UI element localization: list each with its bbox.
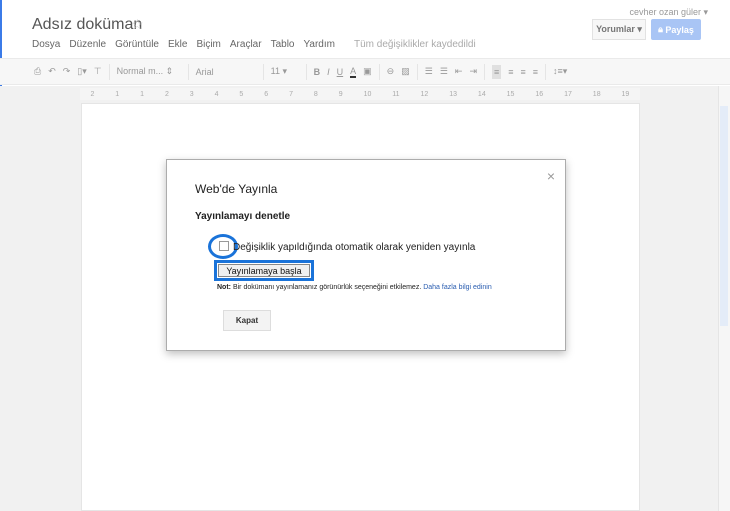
ruler-tick: 1 <box>140 90 145 98</box>
ruler-tick: 11 <box>392 90 400 98</box>
text-color-icon[interactable]: A <box>350 66 357 78</box>
divider <box>262 63 264 80</box>
font-select[interactable]: Arial <box>196 67 256 77</box>
undo-icon[interactable]: ↶ <box>48 66 56 77</box>
note-body: Bir dokümanı yayınlamanız görünürlük seç… <box>231 284 424 291</box>
ruler-tick: 10 <box>363 90 372 98</box>
divider <box>305 63 307 80</box>
align-center-icon[interactable]: ≡ <box>508 67 513 77</box>
divider <box>187 63 189 80</box>
ruler-tick: 1 <box>115 90 120 98</box>
publish-dialog: × Web'de Yayınla Yayınlamayı denetle Değ… <box>166 159 566 351</box>
ruler-tick: 12 <box>420 90 429 98</box>
divider <box>545 63 547 80</box>
align-right-icon[interactable]: ≡ <box>521 67 526 77</box>
ruler-tick: 8 <box>313 90 318 98</box>
underline-icon[interactable]: U <box>337 67 344 77</box>
ruler-tick: 3 <box>189 90 194 98</box>
menu-dosya[interactable]: Dosya <box>32 39 60 50</box>
menu-bar: Dosya Düzenle Görüntüle Ekle Biçim Araçl… <box>32 39 476 50</box>
link-icon[interactable]: ⊖ <box>387 66 395 77</box>
close-icon[interactable]: × <box>547 168 555 184</box>
divider <box>416 63 418 80</box>
ruler-tick: 2 <box>90 90 95 98</box>
ruler-tick: 17 <box>564 90 572 98</box>
ruler-tick: 5 <box>239 90 244 98</box>
print-icon[interactable]: ⎙ <box>34 66 41 77</box>
ruler[interactable]: 2 1 1 2 3 4 5 6 7 8 9 10 11 12 13 14 15 16 17 18 19 <box>80 88 640 100</box>
paste-icon[interactable]: ▯▾ <box>77 66 86 77</box>
size-select[interactable]: 11 ▾ <box>271 66 299 77</box>
justify-icon[interactable]: ≡ <box>533 67 538 77</box>
ruler-tick: 6 <box>264 90 269 98</box>
dialog-title: Web'de Yayınla <box>195 182 278 196</box>
style-select[interactable]: Normal m... ⇕ <box>117 66 181 77</box>
ruler-tick: 7 <box>289 90 293 98</box>
auto-republish-label[interactable]: Değişiklik yapıldığında otomatik olarak … <box>233 242 475 253</box>
document-title[interactable]: Adsız doküman <box>32 16 142 34</box>
align-left-icon[interactable]: ≡ <box>491 64 502 79</box>
divider <box>108 63 110 80</box>
note-text: Not: Bir dokümanı yayınlamanız görünürlü… <box>217 284 492 291</box>
menu-ekle[interactable]: Ekle <box>168 39 187 50</box>
ruler-tick: 14 <box>477 90 486 98</box>
divider <box>378 63 380 80</box>
redo-icon[interactable]: ↷ <box>63 66 71 77</box>
highlight-icon[interactable]: ▣ <box>363 66 372 77</box>
ruler-tick: 2 <box>164 90 169 98</box>
italic-icon[interactable]: I <box>327 67 330 77</box>
menu-bicim[interactable]: Biçim <box>196 39 220 50</box>
note-label: Not: <box>217 284 231 291</box>
ruler-tick: 4 <box>214 90 219 98</box>
divider <box>483 63 485 80</box>
menu-duzenle[interactable]: Düzenle <box>69 39 106 50</box>
numbered-list-icon[interactable]: ☰ <box>425 66 433 77</box>
bold-icon[interactable]: B <box>314 67 321 77</box>
star-icon[interactable]: ☆ <box>131 16 144 33</box>
ruler-tick: 18 <box>592 90 601 98</box>
ruler-tick: 16 <box>535 90 544 98</box>
start-publishing-button[interactable]: Yayınlamaya başla <box>218 264 310 277</box>
menu-yardim[interactable]: Yardım <box>303 39 335 50</box>
menu-tablo[interactable]: Tablo <box>271 39 295 50</box>
ruler-tick: 9 <box>338 90 343 98</box>
image-icon[interactable]: ▨ <box>401 66 410 77</box>
menu-goruntule[interactable]: Görüntüle <box>115 39 159 50</box>
menu-araclar[interactable]: Araçlar <box>230 39 262 50</box>
dialog-subtitle: Yayınlamayı denetle <box>195 211 291 222</box>
share-label: Paylaş <box>665 24 694 35</box>
comments-button[interactable]: Yorumlar ▾ <box>592 19 646 40</box>
close-button[interactable]: Kapat <box>223 310 271 331</box>
share-button[interactable]: 🔒︎ Paylaş <box>651 19 701 40</box>
toolbar: ⎙ ↶ ↷ ▯▾ ⊤ Normal m... ⇕ Arial 11 ▾ B I … <box>0 58 730 85</box>
scrollbar-thumb[interactable] <box>720 106 728 326</box>
decrease-indent-icon[interactable]: ⇤ <box>455 66 463 77</box>
user-account-menu[interactable]: cevher ozan güler ▾ <box>629 7 708 18</box>
line-spacing-icon[interactable]: ↕≡▾ <box>553 66 567 77</box>
ruler-tick: 13 <box>449 90 457 98</box>
ruler-tick: 15 <box>506 90 515 98</box>
paint-format-icon[interactable]: ⊤ <box>94 66 102 77</box>
save-status: Tüm değişiklikler kaydedildi <box>353 39 476 50</box>
lock-icon: 🔒︎ <box>658 24 666 34</box>
ruler-tick: 19 <box>621 90 630 98</box>
learn-more-link[interactable]: Daha fazla bilgi edinin <box>423 284 492 291</box>
increase-indent-icon[interactable]: ⇥ <box>469 66 477 77</box>
bulleted-list-icon[interactable]: ☰ <box>440 66 448 77</box>
